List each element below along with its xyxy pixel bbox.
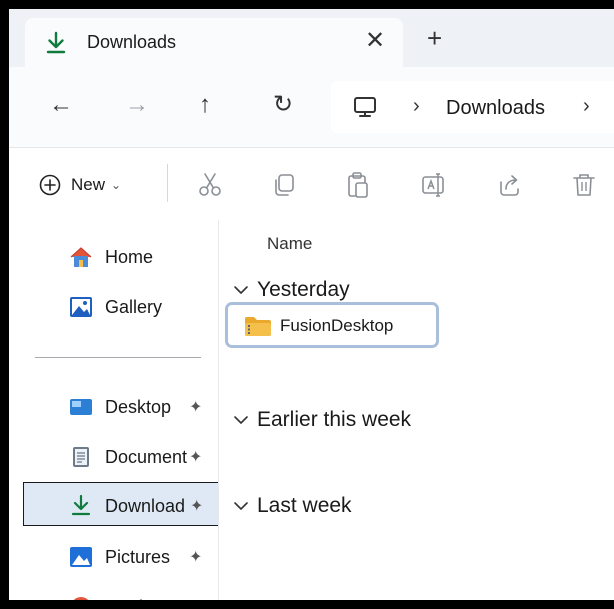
pin-icon[interactable]: ✦ bbox=[189, 447, 202, 467]
sidebar-item-desktop[interactable]: Desktop ✦ bbox=[9, 384, 218, 428]
sidebar-item-label: Gallery bbox=[105, 297, 163, 317]
gallery-icon bbox=[70, 297, 92, 317]
paste-icon[interactable] bbox=[343, 170, 373, 200]
group-header-earlier-this-week[interactable]: Earlier this week bbox=[233, 408, 411, 432]
explorer-window: Downloads ✕ + ← → ↑ ↻ › Downloads › New bbox=[0, 0, 614, 609]
zip-folder-icon bbox=[245, 317, 271, 336]
group-header-yesterday[interactable]: Yesterday bbox=[233, 278, 350, 302]
toolbar-separator bbox=[167, 164, 168, 202]
command-bar: New ⌄ bbox=[9, 148, 614, 220]
sidebar-item-label: Document bbox=[105, 447, 188, 467]
chevron-down-icon bbox=[234, 416, 248, 424]
close-tab-button[interactable]: ✕ bbox=[365, 26, 385, 55]
documents-folder-icon bbox=[73, 447, 89, 467]
download-icon bbox=[71, 495, 91, 516]
forward-button[interactable]: → bbox=[125, 93, 149, 117]
sidebar-item-label: Download bbox=[105, 496, 186, 516]
group-label: Yesterday bbox=[257, 278, 350, 301]
sidebar-item-documents[interactable]: Document ✦ bbox=[9, 434, 218, 478]
sidebar-item-gallery[interactable]: Gallery bbox=[9, 284, 218, 328]
desktop-folder-icon bbox=[70, 399, 92, 415]
back-button[interactable]: ← bbox=[49, 93, 73, 117]
scissors-icon[interactable] bbox=[195, 170, 225, 200]
refresh-button[interactable]: ↻ bbox=[273, 93, 293, 117]
plus-circle-icon bbox=[39, 174, 61, 196]
chevron-down-icon: ⌄ bbox=[111, 178, 122, 192]
group-label: Last week bbox=[257, 494, 352, 517]
breadcrumb-downloads[interactable]: Downloads bbox=[446, 97, 545, 120]
copy-icon[interactable] bbox=[269, 170, 299, 200]
address-bar[interactable]: › Downloads › bbox=[331, 81, 614, 133]
delete-icon[interactable] bbox=[569, 170, 599, 200]
sidebar-item-label: Music bbox=[105, 597, 153, 609]
title-bar: Downloads ✕ + bbox=[9, 9, 614, 67]
rename-icon[interactable] bbox=[419, 170, 449, 200]
breadcrumb-separator[interactable]: › bbox=[413, 95, 420, 118]
chevron-down-icon bbox=[234, 286, 248, 294]
home-icon bbox=[70, 247, 92, 267]
chevron-down-icon bbox=[234, 502, 248, 510]
download-icon bbox=[46, 31, 66, 54]
sidebar-item-downloads[interactable]: Download ✦ bbox=[23, 482, 219, 526]
pin-icon[interactable]: ✦ bbox=[189, 397, 202, 417]
sidebar-item-home[interactable]: Home bbox=[9, 234, 218, 278]
new-button[interactable]: New ⌄ bbox=[39, 170, 121, 200]
sidebar-item-label: Pictures bbox=[105, 547, 171, 567]
sidebar-divider bbox=[35, 357, 201, 358]
new-tab-button[interactable]: + bbox=[427, 25, 442, 51]
breadcrumb-separator[interactable]: › bbox=[583, 95, 590, 118]
pin-icon[interactable]: ✦ bbox=[189, 597, 202, 600]
this-pc-icon[interactable] bbox=[353, 95, 377, 119]
navigation-pane: Home Gallery Desktop ✦ Document ✦ Downlo… bbox=[9, 220, 219, 609]
up-button[interactable]: ↑ bbox=[199, 93, 211, 117]
file-name: FusionDesktop bbox=[280, 316, 394, 335]
file-list: Name Yesterday FusionDesktop Earlier thi… bbox=[219, 220, 614, 600]
sidebar-item-pictures[interactable]: Pictures ✦ bbox=[9, 534, 218, 578]
new-button-label: New bbox=[71, 175, 106, 194]
tab-title: Downloads bbox=[87, 32, 177, 52]
sidebar-item-music[interactable]: Music ✦ bbox=[9, 584, 218, 609]
music-folder-icon bbox=[73, 597, 89, 600]
navigation-bar: ← → ↑ ↻ › Downloads › bbox=[9, 67, 614, 147]
column-header-name[interactable]: Name bbox=[267, 234, 312, 254]
pictures-folder-icon bbox=[70, 547, 92, 567]
pin-icon[interactable]: ✦ bbox=[189, 547, 202, 567]
group-label: Earlier this week bbox=[257, 408, 412, 431]
sidebar-item-label: Home bbox=[105, 247, 154, 267]
pin-icon[interactable]: ✦ bbox=[190, 496, 203, 516]
file-item-fusiondesktop[interactable]: FusionDesktop bbox=[225, 302, 439, 348]
tab-downloads[interactable]: Downloads ✕ bbox=[25, 18, 403, 67]
group-header-last-week[interactable]: Last week bbox=[233, 494, 352, 518]
share-icon[interactable] bbox=[495, 170, 525, 200]
sidebar-item-label: Desktop bbox=[105, 397, 172, 417]
